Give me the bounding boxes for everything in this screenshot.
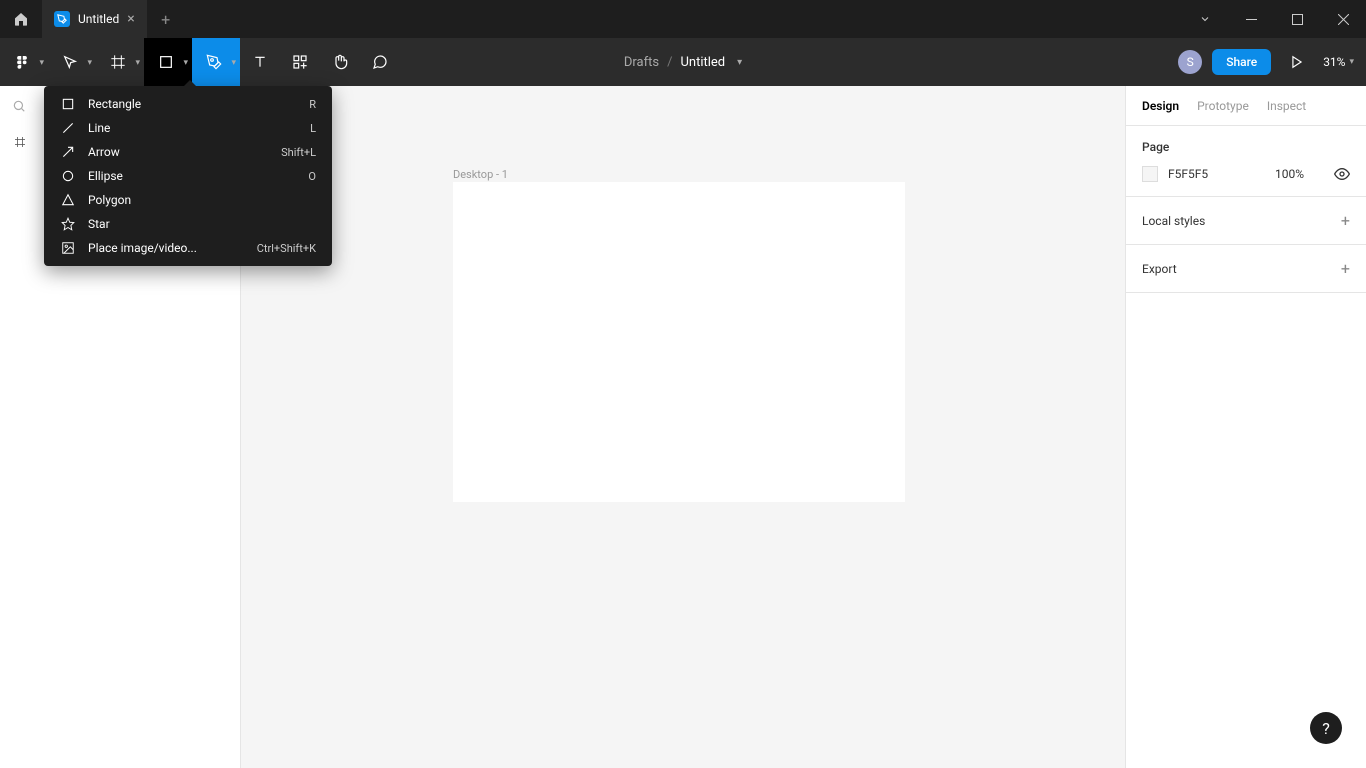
toolbar: ▾ ▾ ▾ ▾ ▾ Drafts / — [0, 38, 1366, 86]
tab-prototype[interactable]: Prototype — [1197, 99, 1249, 113]
frame-icon — [110, 54, 126, 70]
hand-tool-button[interactable] — [320, 38, 360, 86]
menu-item-place-image[interactable]: Place image/video... Ctrl+Shift+K — [44, 236, 332, 260]
maximize-button[interactable] — [1274, 0, 1320, 38]
chevron-down-icon — [1199, 13, 1211, 25]
page-color-opacity[interactable]: 100% — [1275, 167, 1304, 181]
menu-item-ellipse[interactable]: Ellipse O — [44, 164, 332, 188]
line-icon — [60, 120, 76, 136]
breadcrumb[interactable]: Drafts / Untitled ▾ — [624, 55, 742, 70]
text-icon — [252, 54, 268, 70]
tab-title: Untitled — [78, 12, 119, 26]
right-panel-tabs: Design Prototype Inspect — [1126, 86, 1366, 126]
close-window-button[interactable] — [1320, 0, 1366, 38]
comment-icon — [372, 54, 388, 70]
menu-item-arrow[interactable]: Arrow Shift+L — [44, 140, 332, 164]
figma-logo-icon — [13, 53, 31, 71]
pen-tool-icon — [54, 11, 70, 27]
resources-icon — [292, 54, 308, 70]
share-button[interactable]: Share — [1212, 49, 1271, 75]
chevron-down-icon: ▾ — [231, 58, 236, 68]
minimize-button[interactable] — [1228, 0, 1274, 38]
image-icon — [60, 240, 76, 256]
comment-tool-button[interactable] — [360, 38, 400, 86]
tab-inspect[interactable]: Inspect — [1267, 99, 1306, 113]
text-tool-button[interactable] — [240, 38, 280, 86]
new-tab-button[interactable]: + — [147, 0, 185, 38]
hand-icon — [332, 54, 348, 70]
menu-item-line[interactable]: Line L — [44, 116, 332, 140]
export-section[interactable]: Export + — [1126, 245, 1366, 293]
minimize-icon — [1246, 14, 1257, 25]
present-button[interactable] — [1281, 55, 1313, 69]
rectangle-icon — [158, 54, 174, 70]
breadcrumb-title: Untitled — [680, 55, 725, 70]
user-avatar[interactable]: S — [1178, 50, 1202, 74]
chevron-down-icon: ▾ — [183, 58, 188, 68]
help-button[interactable]: ? — [1310, 712, 1342, 744]
plus-icon[interactable]: + — [1341, 259, 1350, 278]
pen-icon — [206, 54, 222, 70]
frame-label[interactable]: Desktop - 1 — [453, 168, 508, 181]
chevron-down-icon: ▾ — [1349, 57, 1354, 67]
home-button[interactable] — [0, 0, 42, 38]
arrow-icon — [60, 144, 76, 160]
page-color-hex[interactable]: F5F5F5 — [1168, 167, 1208, 181]
titlebar: Untitled × + — [0, 0, 1366, 38]
play-icon — [1290, 55, 1304, 69]
search-icon — [12, 99, 26, 113]
chevron-down-icon: ▾ — [39, 58, 44, 68]
export-label: Export — [1142, 262, 1177, 276]
page-color-swatch[interactable] — [1142, 166, 1158, 182]
home-icon — [13, 11, 29, 27]
menu-item-star[interactable]: Star — [44, 212, 332, 236]
main-menu-button[interactable]: ▾ — [0, 38, 48, 86]
window-controls — [1228, 0, 1366, 38]
close-icon — [1338, 14, 1349, 25]
star-icon — [60, 216, 76, 232]
zoom-value: 31% — [1323, 55, 1345, 69]
move-icon — [62, 54, 78, 70]
rectangle-icon — [60, 96, 76, 112]
local-styles-section[interactable]: Local styles + — [1126, 197, 1366, 245]
page-section-title: Page — [1142, 140, 1350, 154]
chevron-down-icon: ▾ — [737, 57, 742, 68]
shape-tool-button[interactable]: ▾ — [144, 38, 192, 86]
move-tool-button[interactable]: ▾ — [48, 38, 96, 86]
tab-design[interactable]: Design — [1142, 99, 1179, 113]
canvas[interactable]: Desktop - 1 — [241, 86, 1125, 768]
zoom-control[interactable]: 31% ▾ — [1323, 55, 1354, 69]
frame-icon — [14, 136, 26, 148]
document-tab[interactable]: Untitled × — [42, 0, 147, 38]
menu-item-rectangle[interactable]: Rectangle R — [44, 92, 332, 116]
resources-button[interactable] — [280, 38, 320, 86]
shape-dropdown: Rectangle R Line L Arrow Shift+L Ellipse… — [44, 86, 332, 266]
breadcrumb-root: Drafts — [624, 55, 659, 70]
close-tab-button[interactable]: × — [127, 11, 134, 27]
right-panel: Design Prototype Inspect Page F5F5F5 100… — [1125, 86, 1366, 768]
plus-icon[interactable]: + — [1341, 211, 1350, 230]
frame-desktop-1[interactable] — [453, 182, 905, 502]
menu-item-polygon[interactable]: Polygon — [44, 188, 332, 212]
chevron-down-icon: ▾ — [87, 58, 92, 68]
frame-tool-button[interactable]: ▾ — [96, 38, 144, 86]
chevron-down-icon: ▾ — [135, 58, 140, 68]
page-section: Page F5F5F5 100% — [1126, 126, 1366, 197]
pen-tool-button[interactable]: ▾ — [192, 38, 240, 86]
breadcrumb-separator: / — [667, 55, 672, 70]
local-styles-label: Local styles — [1142, 214, 1205, 228]
polygon-icon — [60, 192, 76, 208]
maximize-icon — [1292, 14, 1303, 25]
window-dropdown-button[interactable] — [1182, 0, 1228, 38]
eye-icon[interactable] — [1334, 166, 1350, 182]
ellipse-icon — [60, 168, 76, 184]
